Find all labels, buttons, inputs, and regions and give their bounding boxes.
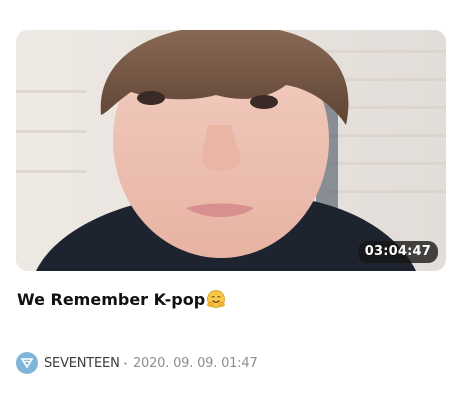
video-title[interactable]: We Remember K-pop	[17, 289, 226, 309]
video-duration-badge: 03:04:47	[357, 241, 438, 263]
video-meta: SEVENTEEN · 2020. 09. 09. 01:47	[16, 352, 258, 374]
video-card[interactable]: 03:04:47 We Remember K-pop SEVENTEEN · 2…	[0, 0, 460, 400]
channel-name[interactable]: SEVENTEEN	[44, 356, 120, 371]
meta-separator: ·	[123, 355, 128, 371]
video-title-text: We Remember K-pop	[17, 289, 206, 309]
hugging-face-emoji-icon	[207, 290, 226, 308]
video-thumbnail[interactable]: 03:04:47	[16, 30, 446, 271]
video-date: 2020. 09. 09. 01:47	[132, 355, 258, 371]
channel-avatar[interactable]	[16, 352, 38, 374]
thumbnail-image	[16, 30, 446, 271]
seventeen-logo-icon	[20, 358, 34, 369]
